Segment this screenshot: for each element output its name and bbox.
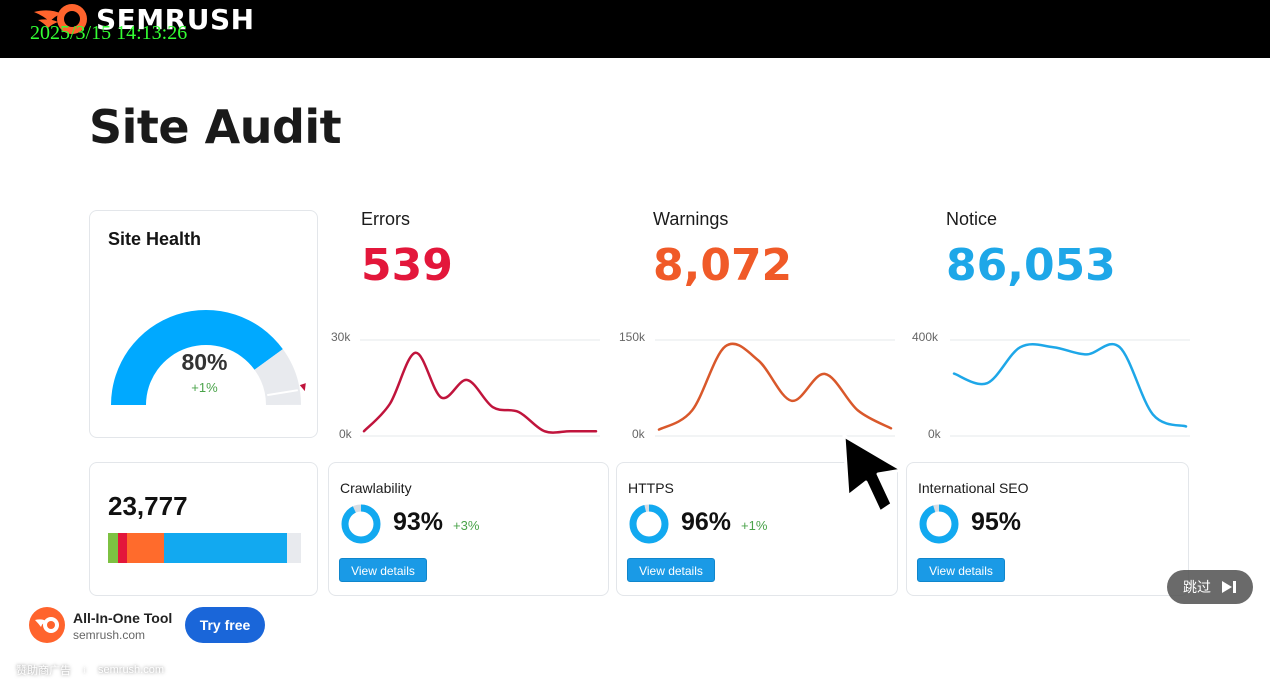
international-seo-card: International SEO 95% View details <box>906 462 1189 596</box>
crawlability-value: 93% <box>393 508 444 536</box>
sponsor-domain: semrush.com <box>98 664 165 676</box>
warnings-axis-max: 150k <box>619 330 646 344</box>
site-health-title: Site Health <box>108 229 202 249</box>
sponsored-label: 赞助商广告 i semrush.com <box>16 662 164 678</box>
trend-line-series <box>362 351 598 434</box>
warnings-label: Warnings <box>653 209 729 229</box>
semrush-ad-logo-icon <box>29 607 65 643</box>
notice-value: 86,053 <box>946 240 1116 291</box>
info-icon[interactable]: i <box>79 664 90 676</box>
https-delta: +1% <box>741 518 768 533</box>
crawled-pages-card: 23,777 <box>89 462 318 596</box>
pages-bar-segment-0 <box>108 533 118 563</box>
donut-fill <box>629 504 669 544</box>
crawlability-delta: +3% <box>453 518 480 533</box>
donut-fill <box>341 504 381 544</box>
crawled-pages-count: 23,777 <box>108 491 188 521</box>
pages-status-bar <box>108 533 301 563</box>
crawlability-donut-chart <box>341 504 381 544</box>
top-bar: SEMRUSH 2025/3/15 14:13:26 <box>0 0 1270 58</box>
errors-axis-max: 30k <box>331 330 351 344</box>
https-donut-chart <box>629 504 669 544</box>
trend-line-series <box>952 342 1188 428</box>
international-seo-view-details-button[interactable]: View details <box>917 558 1005 582</box>
donut-fill <box>919 504 959 544</box>
notice-trend-chart <box>950 339 1190 437</box>
errors-value: 539 <box>361 240 453 291</box>
international-seo-title: International SEO <box>918 480 1029 496</box>
notice-axis-max: 400k <box>912 330 939 344</box>
crawlability-card: Crawlability 93% +3% View details <box>328 462 609 596</box>
crawlability-title: Crawlability <box>340 480 412 496</box>
skip-ad-label: 跳过 <box>1183 579 1211 595</box>
ad-banner[interactable]: All-In-One Tool semrush.com Try free <box>20 598 280 650</box>
timestamp-overlay: 2025/3/15 14:13:26 <box>30 22 188 44</box>
ad-domain: semrush.com <box>73 628 146 642</box>
warnings-axis-min: 0k <box>632 427 645 441</box>
warnings-value: 8,072 <box>653 240 793 291</box>
international-seo-donut-chart <box>919 504 959 544</box>
site-health-value: 80% <box>181 349 228 375</box>
https-value: 96% <box>681 508 732 536</box>
skip-next-icon <box>1222 581 1236 593</box>
try-free-button[interactable]: Try free <box>185 607 265 643</box>
sponsor-text: 赞助商广告 <box>16 665 71 677</box>
pages-bar-segment-4 <box>287 533 301 563</box>
warnings-trend-chart <box>655 339 895 437</box>
pages-bar-segment-1 <box>117 533 128 563</box>
ad-title: All-In-One Tool <box>73 610 173 626</box>
page-title: Site Audit <box>89 100 342 154</box>
notice-label: Notice <box>946 209 998 229</box>
errors-trend-chart <box>360 339 600 437</box>
mouse-pointer-icon <box>842 434 904 514</box>
international-seo-value: 95% <box>971 508 1022 536</box>
https-title: HTTPS <box>628 480 674 496</box>
errors-label: Errors <box>361 209 410 229</box>
pages-bar-segment-3 <box>163 533 288 563</box>
site-health-delta: +1% <box>191 380 218 395</box>
trend-line-series <box>657 342 893 431</box>
crawlability-view-details-button[interactable]: View details <box>339 558 427 582</box>
pages-bar-segment-2 <box>127 533 164 563</box>
notice-axis-min: 0k <box>928 427 941 441</box>
errors-axis-min: 0k <box>339 427 352 441</box>
skip-ad-button[interactable]: 跳过 <box>1167 570 1253 604</box>
https-view-details-button[interactable]: View details <box>627 558 715 582</box>
site-health-card: Site Health 80% +1% <box>89 210 318 438</box>
